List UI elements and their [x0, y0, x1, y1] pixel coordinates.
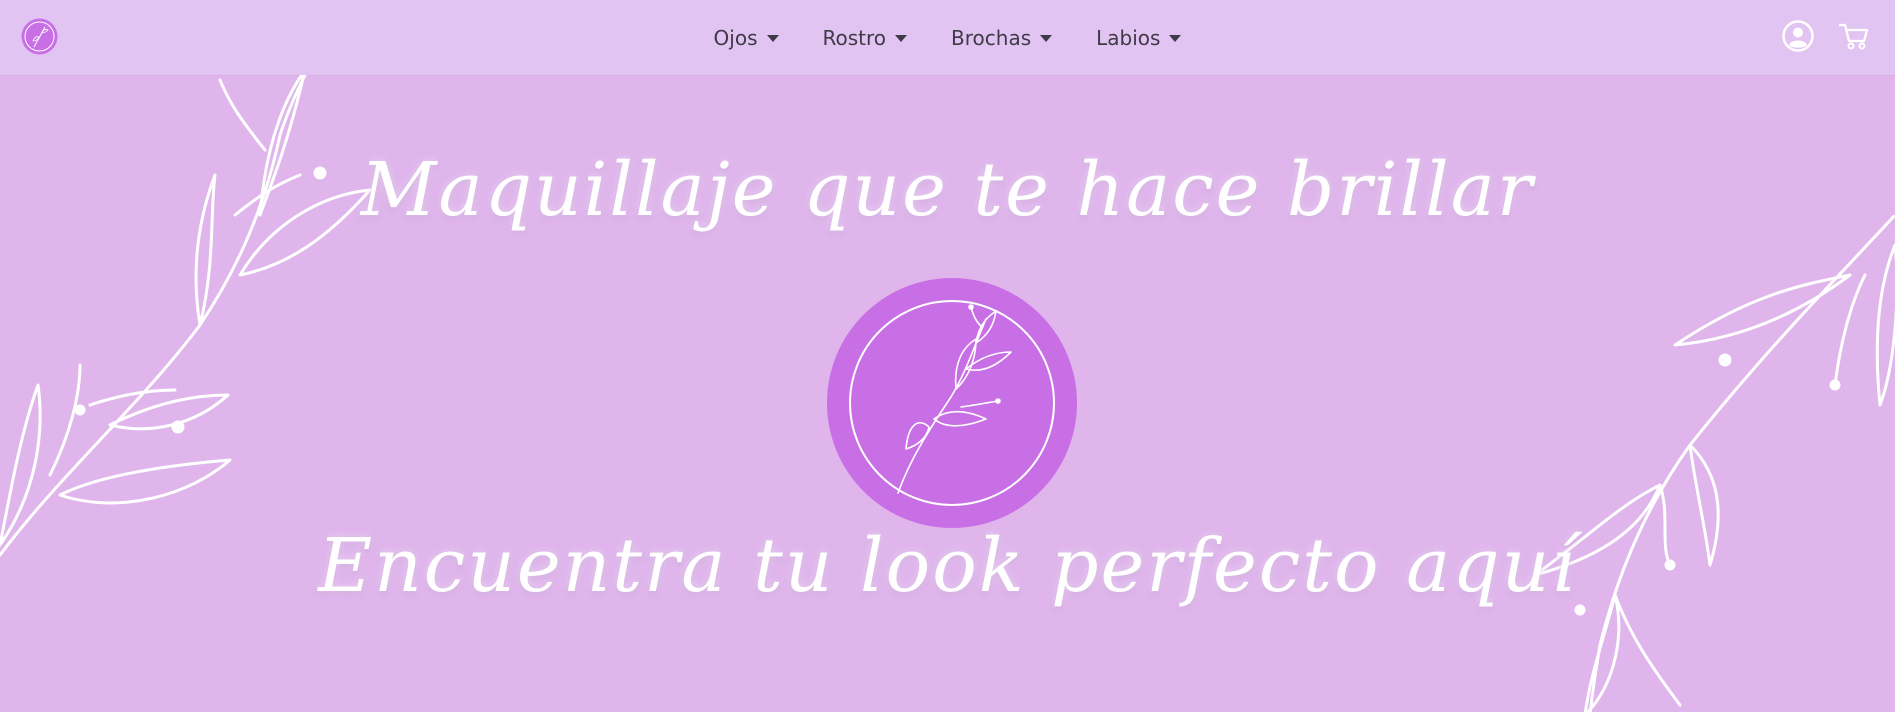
shopping-cart-icon[interactable]	[1837, 19, 1871, 53]
nav-item-label: Rostro	[822, 25, 887, 50]
user-account-icon[interactable]	[1781, 19, 1815, 53]
nav-item-label: Ojos	[713, 25, 758, 50]
hero-subheadline: Encuentra tu look perfecto aquí	[318, 523, 1577, 609]
leaf-circle-emblem-icon	[826, 277, 1078, 529]
caret-down-icon	[895, 35, 908, 42]
caret-down-icon	[766, 35, 779, 42]
main-nav: Ojos Rostro Brochas Labios	[0, 0, 1895, 75]
nav-item-ojos[interactable]: Ojos	[714, 26, 779, 50]
nav-item-label: Labios	[1096, 25, 1161, 50]
nav-item-label: Brochas	[951, 25, 1032, 50]
nav-item-labios[interactable]: Labios	[1096, 25, 1182, 50]
hero-banner: Maquillaje que te hace brillar Encuentra…	[0, 75, 1895, 712]
hero-headline: Maquillaje que te hace brillar	[360, 147, 1535, 233]
leaf-branch-right	[1533, 215, 1895, 712]
navbar: Ojos Rostro Brochas Labios	[0, 0, 1895, 75]
caret-down-icon	[1040, 35, 1053, 42]
caret-down-icon	[1169, 35, 1182, 42]
nav-actions	[1781, 19, 1871, 53]
nav-item-brochas[interactable]: Brochas	[951, 25, 1053, 50]
nav-item-rostro[interactable]: Rostro	[823, 26, 908, 50]
